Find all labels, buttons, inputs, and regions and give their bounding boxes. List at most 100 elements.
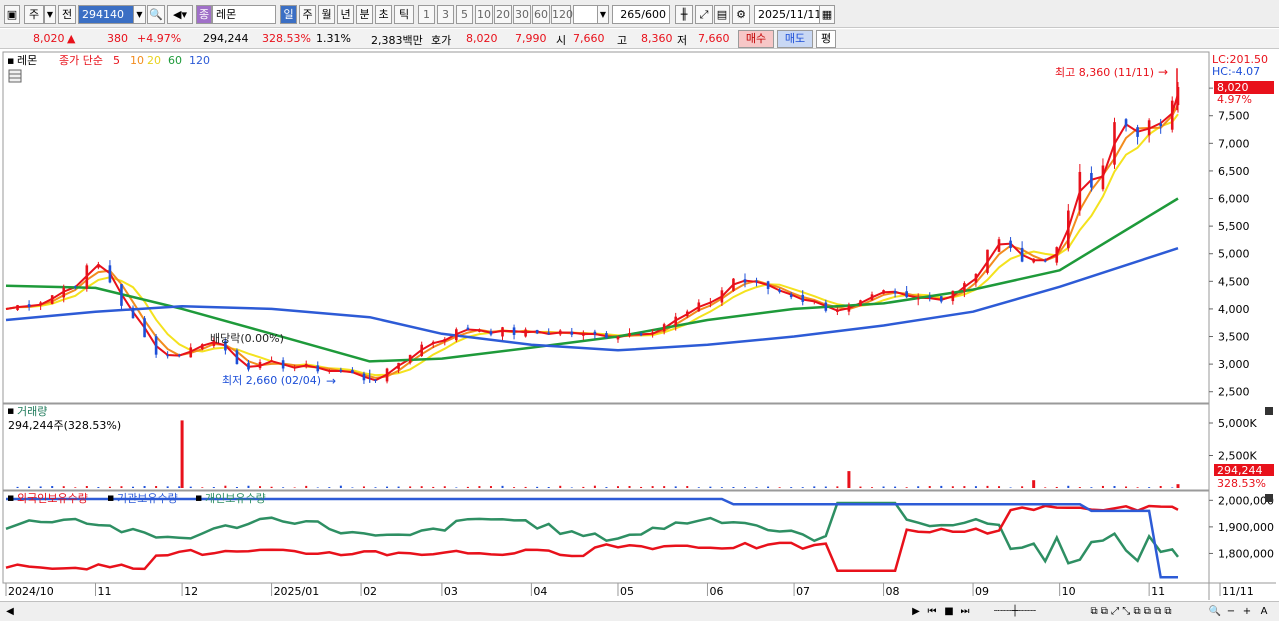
volume-bar [1159, 485, 1162, 488]
code-dropdown-icon[interactable]: ▼ [133, 5, 146, 24]
candle-body [1067, 210, 1070, 249]
candle-body [709, 302, 712, 304]
date-field[interactable]: 2025/11/11 [754, 5, 821, 24]
table-toggle-icon[interactable] [8, 69, 22, 83]
holdings-panel-close-icon[interactable] [1265, 494, 1273, 502]
volume-bar [859, 486, 862, 488]
candle-body [281, 360, 285, 369]
zoom-in-icon[interactable]: + [1241, 604, 1253, 619]
volume-bar [1067, 485, 1070, 488]
layout-icon[interactable]: ▣ [4, 5, 20, 24]
up-arrow-icon: ▲ [67, 32, 76, 45]
candle-body [916, 298, 920, 300]
volume-bar [443, 486, 446, 488]
period-tab-tick[interactable]: 틱 [394, 5, 414, 24]
market-select[interactable]: 주 [24, 5, 44, 24]
zoom-out-icon[interactable]: − [1225, 604, 1237, 619]
candle-body [362, 373, 366, 381]
candle-body [1020, 247, 1024, 262]
volume-bar [894, 486, 897, 488]
stop-icon[interactable]: ■ [942, 604, 956, 619]
volume-bar [640, 486, 643, 488]
scroll-left-icon[interactable]: ◀ [4, 604, 16, 619]
candle-body [501, 327, 504, 337]
candle-body [143, 318, 146, 338]
candle-body [189, 347, 193, 358]
rewind-icon[interactable]: ⏮ [925, 604, 939, 619]
search-icon[interactable]: 🔍 [147, 5, 165, 24]
calendar-icon[interactable]: ▦ [819, 5, 835, 24]
legend-stock: 레몬 [17, 54, 37, 67]
fast-forward-icon[interactable]: ⏭ [958, 604, 972, 619]
candle-body [824, 302, 828, 311]
period-tab-second[interactable]: 초 [375, 5, 392, 24]
period-tab-minute[interactable]: 분 [356, 5, 373, 24]
candle-body [870, 294, 874, 301]
gear-icon[interactable]: ⚙ [732, 5, 750, 24]
date-tick-label: 05 [620, 585, 634, 598]
candle-body [97, 264, 100, 268]
candle-type-icon[interactable]: ╫ [675, 5, 693, 24]
volume-bar [224, 485, 227, 488]
candle-body [893, 291, 897, 294]
period-tab-week[interactable]: 주 [299, 5, 316, 24]
interval-120[interactable]: 120 [551, 5, 573, 24]
interval-10[interactable]: 10 [475, 5, 493, 24]
stock-chart-svg[interactable]: ▪ 레몬 종가 단순 5 10 20 60 120 2,500 3,000 3,50… [0, 50, 1279, 602]
volume-panel-close-icon[interactable] [1265, 407, 1273, 415]
interval-1[interactable]: 1 [418, 5, 435, 24]
zoom-slider[interactable]: ┄┄┄┼┄┄┄ [980, 604, 1050, 619]
zoom-search-icon[interactable]: 🔍 [1208, 604, 1222, 619]
price-tick-label: 7,500 [1218, 110, 1250, 123]
volume-spike-bar [180, 420, 184, 488]
interval-20[interactable]: 20 [494, 5, 512, 24]
volume-bar [651, 486, 654, 488]
volume-bar [120, 486, 123, 488]
candle-body [420, 344, 423, 357]
high-price: 8,360 [641, 32, 673, 45]
data-count-field[interactable]: 265/600 [612, 5, 670, 24]
candle-body [1078, 171, 1082, 211]
interval-dropdown-icon[interactable]: ▼ [597, 5, 609, 24]
volume-bar [720, 487, 723, 488]
volume-bar [1113, 486, 1116, 488]
candle-body [836, 310, 839, 312]
font-size-icon[interactable]: A [1257, 604, 1271, 619]
stock-name-field[interactable]: 레몬 [212, 5, 276, 24]
bottom-scroll-bar: ◀ ▶ ⏮ ■ ⏭ ┄┄┄┼┄┄┄ ⧉ ⧉ ⤢ ⤡ ⧉ ⧉ ⧉ ⧉ 🔍 − + … [0, 601, 1279, 621]
candle-body [304, 364, 308, 367]
interval-5[interactable]: 5 [456, 5, 473, 24]
stock-code-input[interactable]: 294140 [78, 5, 134, 24]
speaker-icon[interactable]: ◀▾ [167, 5, 193, 24]
data-count-value: 265 [620, 8, 642, 21]
volume-bar [709, 486, 712, 488]
candle-body [986, 249, 989, 273]
toolbar: ▣ 주 ▼ 전 294140 ▼ 🔍 ◀▾ 종 레몬 일 주 월 년 분 초 틱… [0, 0, 1279, 28]
volume-bar [166, 486, 169, 488]
low-arrow-icon: → [326, 374, 336, 388]
sell-button[interactable]: 매도 [777, 30, 813, 48]
candle-body [73, 286, 77, 288]
candle-body [270, 360, 273, 362]
period-tab-day[interactable]: 일 [280, 5, 297, 24]
scroll-track[interactable] [20, 604, 900, 619]
tool-icons[interactable]: ⧉ ⧉ ⤢ ⤡ ⧉ ⧉ ⧉ ⧉ [1056, 604, 1206, 619]
volume-value: 294,244 [203, 32, 249, 45]
interval-30[interactable]: 30 [513, 5, 531, 24]
chevron-down-icon[interactable]: ▼ [44, 5, 56, 24]
crosshair-icon[interactable]: ⤢ [695, 5, 713, 24]
interval-60[interactable]: 60 [532, 5, 550, 24]
candle-body [605, 333, 608, 339]
eval-button[interactable]: 평 [816, 30, 836, 48]
prev-button[interactable]: 전 [58, 5, 76, 24]
period-tab-month[interactable]: 월 [318, 5, 335, 24]
period-tab-year[interactable]: 년 [337, 5, 354, 24]
interval-3[interactable]: 3 [437, 5, 454, 24]
volume-bar [270, 486, 273, 488]
scroll-right-icon[interactable]: ▶ [910, 604, 922, 619]
save-icon[interactable]: ▤ [714, 5, 730, 24]
candle-body [628, 333, 631, 337]
volume-bar [28, 486, 31, 488]
volume-bar [813, 486, 816, 488]
buy-button[interactable]: 매수 [738, 30, 774, 48]
